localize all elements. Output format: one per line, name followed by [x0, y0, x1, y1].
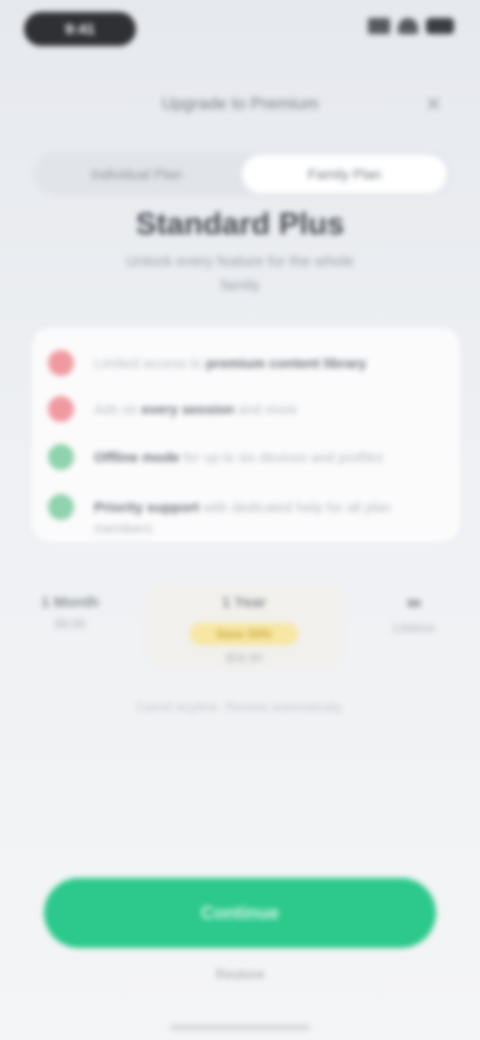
continue-button[interactable]: Continue — [44, 878, 436, 948]
battery-icon — [426, 18, 454, 34]
feature-row: Ads on every session and more — [48, 396, 440, 422]
price-option-lifetime[interactable]: ∞ Lifetime — [374, 584, 454, 635]
feature-card: Limited access to premium content librar… — [32, 328, 460, 542]
wifi-icon — [398, 18, 418, 34]
status-bar: 9:41 — [0, 0, 480, 60]
check-icon — [48, 444, 74, 470]
feature-text: Ads on every session and more — [94, 401, 298, 417]
price-amount: $59.99 — [225, 651, 263, 665]
plan-subtitle: Unlock every feature for the whole famil… — [126, 253, 354, 294]
plan-title: Standard Plus — [135, 206, 345, 241]
status-icons — [368, 18, 454, 34]
renew-note: Cancel anytime. Renews automatically. — [135, 700, 345, 714]
feature-text: Priority support with dedicated help for… — [94, 499, 392, 536]
restore-link[interactable]: Restore — [0, 966, 480, 982]
signal-icon — [368, 18, 390, 34]
plan-tabs: Individual Plan Family Plan — [34, 152, 450, 196]
feature-text: Limited access to premium content librar… — [94, 355, 367, 371]
price-duration: ∞ — [406, 592, 422, 614]
home-indicator — [170, 1025, 310, 1030]
tab-individual-plan[interactable]: Individual Plan — [34, 152, 239, 196]
feature-row: Limited access to premium content librar… — [48, 350, 440, 376]
price-amount: Lifetime — [392, 621, 436, 635]
nav-title: Upgrade to Premium — [161, 94, 319, 113]
paywall-screen: 9:41 Upgrade to Premium ✕ Individual Pla… — [0, 0, 480, 1040]
check-icon — [48, 494, 74, 520]
price-duration: 1 Year — [222, 594, 266, 611]
nav-bar: Upgrade to Premium ✕ — [0, 82, 480, 126]
price-duration: 1 Month — [41, 594, 99, 611]
close-icon[interactable]: ✕ — [425, 92, 442, 117]
price-amount: $9.99 — [54, 617, 86, 631]
cross-icon — [48, 396, 74, 422]
price-option-monthly[interactable]: 1 Month $9.99 — [28, 584, 112, 631]
feature-row: Priority support with dedicated help for… — [48, 494, 440, 539]
price-option-yearly[interactable]: 1 Year Save 50% $59.99 — [146, 584, 342, 668]
status-time: 9:41 — [24, 12, 136, 46]
price-options: 1 Month $9.99 1 Year Save 50% $59.99 ∞ L… — [28, 584, 452, 674]
feature-row: Offline mode for up to six devices and p… — [48, 444, 440, 470]
tab-family-plan[interactable]: Family Plan — [242, 155, 447, 193]
cross-icon — [48, 350, 74, 376]
savings-badge: Save 50% — [190, 623, 298, 645]
feature-text: Offline mode for up to six devices and p… — [94, 449, 384, 465]
